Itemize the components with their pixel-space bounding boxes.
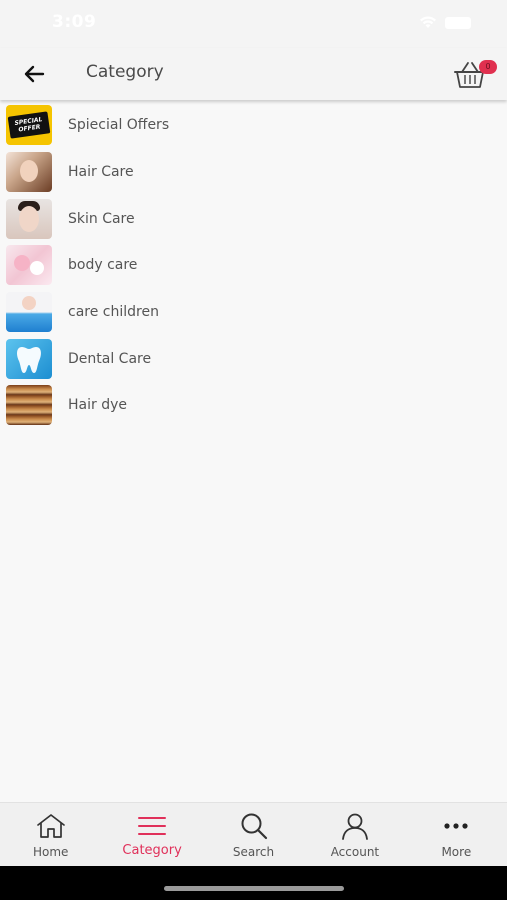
nav-label-search: Search [232,845,275,859]
menu-icon [137,811,167,841]
home-icon [35,811,67,841]
care-children-thumbnail [6,292,52,333]
category-label: Hair Care [68,164,134,181]
body-care-thumbnail [6,245,52,286]
special-offer-tag-line-2: OFFER [18,123,41,134]
skin-care-thumbnail [6,198,52,239]
status-icons [419,16,471,29]
nav-item-account[interactable]: Account [304,803,405,866]
category-item-hair-care[interactable]: Hair Care [0,149,507,196]
status-bar: 3:09 [0,0,507,48]
app-bar: Category 0 [0,48,507,100]
nav-item-search[interactable]: Search [203,803,304,866]
back-button[interactable] [18,60,50,88]
cart-button[interactable]: 0 [451,56,499,92]
category-label: body care [68,257,138,274]
bottom-nav: Home Category Search Account More [0,802,507,866]
category-item-special-offers[interactable]: SPECIAL OFFER Spiecial Offers [0,102,507,149]
home-indicator[interactable] [164,886,344,891]
category-item-hair-dye[interactable]: Hair dye [0,382,507,429]
category-label: care children [68,304,159,321]
special-offers-thumbnail: SPECIAL OFFER [6,105,52,146]
special-offer-tag: SPECIAL OFFER [7,111,51,140]
home-indicator-area [0,866,507,900]
search-icon [239,811,269,841]
category-label: Spiecial Offers [68,117,170,134]
category-item-dental-care[interactable]: Dental Care [0,335,507,382]
page-title: Category [86,62,164,82]
category-label: Skin Care [68,210,135,227]
nav-label-account: Account [330,845,380,859]
nav-item-category[interactable]: Category [101,803,202,866]
nav-label-more: More [441,845,472,859]
cart-count-badge: 0 [479,60,497,74]
category-item-skin-care[interactable]: Skin Care [0,195,507,242]
nav-label-home: Home [32,845,69,859]
category-item-body-care[interactable]: body care [0,242,507,289]
nav-item-more[interactable]: More [406,803,507,866]
nav-item-home[interactable]: Home [0,803,101,866]
category-label: Hair dye [68,397,127,414]
battery-icon [445,16,471,29]
category-item-care-children[interactable]: care children [0,289,507,336]
hair-dye-thumbnail [6,385,52,426]
account-icon [340,811,370,841]
status-time: 3:09 [52,12,97,32]
hair-care-thumbnail [6,152,52,193]
category-label: Dental Care [68,350,152,367]
wifi-icon [419,16,437,29]
dental-care-thumbnail [6,338,52,379]
category-list: SPECIAL OFFER Spiecial Offers Hair Care … [0,102,507,429]
more-icon [443,811,469,841]
nav-label-category: Category [122,843,182,858]
arrow-left-icon [24,65,45,83]
screen: 3:09 Category 0 SPECIAL OFFER Spiecial O… [0,0,507,900]
tooth-icon [17,346,41,373]
